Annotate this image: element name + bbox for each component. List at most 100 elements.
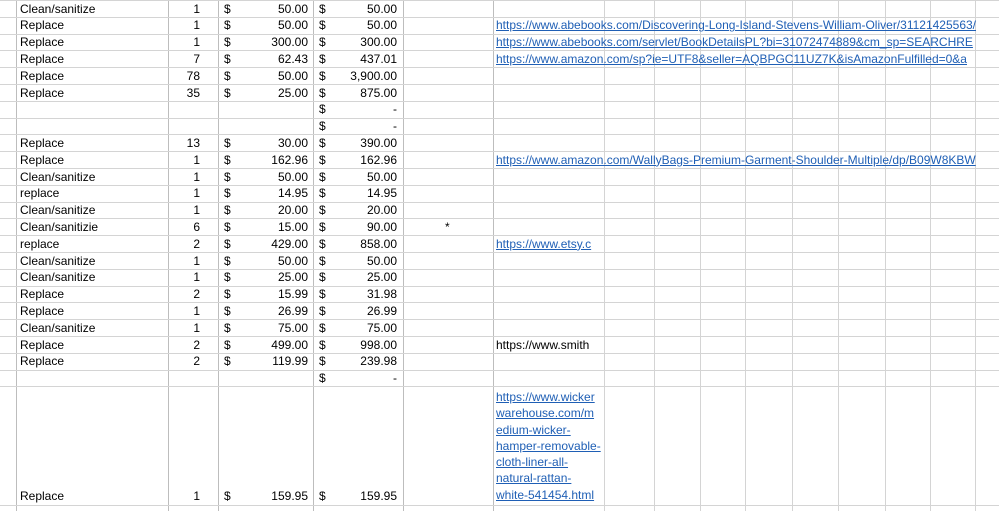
quantity-cell[interactable]: 2 [170, 287, 200, 301]
action-cell[interactable]: Replace [20, 354, 64, 368]
action-cell[interactable]: Replace [20, 287, 64, 301]
quantity-cell[interactable]: 1 [170, 186, 200, 200]
currency-symbol[interactable]: $ [224, 354, 231, 368]
unit-price-cell[interactable]: 119.99 [236, 354, 308, 368]
total-cell[interactable]: 875.00 [331, 86, 397, 100]
total-cell[interactable]: 159.95 [331, 489, 397, 503]
total-cell[interactable]: 50.00 [331, 170, 397, 184]
link-cell[interactable]: https://www.abebooks.com/servlet/BookDet… [496, 35, 973, 49]
currency-symbol[interactable]: $ [319, 102, 326, 116]
wrapped-link-cell[interactable]: https://www.wicker warehouse.com/m edium-w… [496, 389, 606, 503]
currency-symbol[interactable]: $ [224, 86, 231, 100]
quantity-cell[interactable]: 1 [170, 489, 200, 503]
link-cell[interactable]: https://www.amazon.com/WallyBags-Premium… [496, 153, 976, 167]
currency-symbol[interactable]: $ [224, 52, 231, 66]
currency-symbol[interactable]: $ [319, 321, 326, 335]
quantity-cell[interactable]: 2 [170, 237, 200, 251]
unit-price-cell[interactable]: 159.95 [236, 489, 308, 503]
currency-symbol[interactable]: $ [224, 254, 231, 268]
action-cell[interactable]: Clean/sanitize [20, 170, 95, 184]
currency-symbol[interactable]: $ [319, 237, 326, 251]
note-cell[interactable]: * [445, 220, 450, 234]
currency-symbol[interactable]: $ [319, 203, 326, 217]
action-cell[interactable]: Replace [20, 52, 64, 66]
currency-symbol[interactable]: $ [224, 35, 231, 49]
currency-symbol[interactable]: $ [224, 203, 231, 217]
total-cell[interactable]: 3,900.00 [331, 69, 397, 83]
action-cell[interactable]: Clean/sanitize [20, 254, 95, 268]
currency-symbol[interactable]: $ [224, 2, 231, 16]
currency-symbol[interactable]: $ [319, 287, 326, 301]
total-cell[interactable]: 50.00 [331, 18, 397, 32]
currency-symbol[interactable]: $ [319, 136, 326, 150]
quantity-cell[interactable]: 13 [170, 136, 200, 150]
action-cell[interactable]: Clean/sanitize [20, 270, 95, 284]
hyperlink[interactable]: cloth-liner-all- [496, 455, 568, 469]
currency-symbol[interactable]: $ [224, 220, 231, 234]
unit-price-cell[interactable]: 50.00 [236, 2, 308, 16]
total-cell[interactable]: 50.00 [331, 254, 397, 268]
unit-price-cell[interactable]: 26.99 [236, 304, 308, 318]
hyperlink[interactable]: https://www.abebooks.com/Discovering-Lon… [496, 18, 976, 32]
quantity-cell[interactable]: 1 [170, 170, 200, 184]
unit-price-cell[interactable]: 75.00 [236, 321, 308, 335]
currency-symbol[interactable]: $ [319, 153, 326, 167]
currency-symbol[interactable]: $ [319, 338, 326, 352]
currency-symbol[interactable]: $ [224, 304, 231, 318]
currency-symbol[interactable]: $ [319, 2, 326, 16]
unit-price-cell[interactable]: 300.00 [236, 35, 308, 49]
action-cell[interactable]: Replace [20, 69, 64, 83]
action-cell[interactable]: Replace [20, 18, 64, 32]
unit-price-cell[interactable]: 62.43 [236, 52, 308, 66]
quantity-cell[interactable]: 2 [170, 354, 200, 368]
quantity-cell[interactable]: 1 [170, 18, 200, 32]
currency-symbol[interactable]: $ [319, 119, 326, 133]
currency-symbol[interactable]: $ [319, 489, 326, 503]
quantity-cell[interactable]: 1 [170, 321, 200, 335]
action-cell[interactable]: Clean/sanitize [20, 321, 95, 335]
unit-price-cell[interactable]: 499.00 [236, 338, 308, 352]
total-cell[interactable]: 31.98 [331, 287, 397, 301]
total-cell[interactable]: 20.00 [331, 203, 397, 217]
hyperlink[interactable]: https://www.wicker [496, 390, 595, 404]
action-cell[interactable]: Replace [20, 136, 64, 150]
total-cell[interactable]: 25.00 [331, 270, 397, 284]
hyperlink[interactable]: white-541454.html [496, 488, 594, 502]
currency-symbol[interactable]: $ [319, 186, 326, 200]
link-cell[interactable]: https://www.amazon.com/sp?ie=UTF8&seller… [496, 52, 967, 66]
hyperlink[interactable]: natural-rattan- [496, 471, 571, 485]
currency-symbol[interactable]: $ [224, 287, 231, 301]
action-cell[interactable]: Replace [20, 86, 64, 100]
currency-symbol[interactable]: $ [224, 136, 231, 150]
quantity-cell[interactable]: 1 [170, 153, 200, 167]
total-cell[interactable]: - [331, 119, 397, 133]
unit-price-cell[interactable]: 50.00 [236, 254, 308, 268]
unit-price-cell[interactable]: 429.00 [236, 237, 308, 251]
action-cell[interactable]: Replace [20, 35, 64, 49]
total-cell[interactable]: 162.96 [331, 153, 397, 167]
total-cell[interactable]: 858.00 [331, 237, 397, 251]
link-cell[interactable]: https://www.etsy.c [496, 237, 591, 251]
unit-price-cell[interactable]: 14.95 [236, 186, 308, 200]
total-cell[interactable]: 300.00 [331, 35, 397, 49]
action-cell[interactable]: Clean/sanitize [20, 203, 95, 217]
currency-symbol[interactable]: $ [319, 86, 326, 100]
currency-symbol[interactable]: $ [224, 186, 231, 200]
currency-symbol[interactable]: $ [224, 237, 231, 251]
unit-price-cell[interactable]: 25.00 [236, 86, 308, 100]
hyperlink[interactable]: warehouse.com/m [496, 406, 594, 420]
currency-symbol[interactable]: $ [319, 254, 326, 268]
unit-price-cell[interactable]: 50.00 [236, 69, 308, 83]
total-cell[interactable]: 14.95 [331, 186, 397, 200]
currency-symbol[interactable]: $ [224, 338, 231, 352]
quantity-cell[interactable]: 6 [170, 220, 200, 234]
hyperlink[interactable]: https://www.amazon.com/WallyBags-Premium… [496, 153, 976, 167]
total-cell[interactable]: 239.98 [331, 354, 397, 368]
action-cell[interactable]: Replace [20, 153, 64, 167]
unit-price-cell[interactable]: 30.00 [236, 136, 308, 150]
quantity-cell[interactable]: 35 [170, 86, 200, 100]
unit-price-cell[interactable]: 15.99 [236, 287, 308, 301]
hyperlink[interactable]: edium-wicker- [496, 423, 571, 437]
currency-symbol[interactable]: $ [319, 270, 326, 284]
currency-symbol[interactable]: $ [319, 52, 326, 66]
